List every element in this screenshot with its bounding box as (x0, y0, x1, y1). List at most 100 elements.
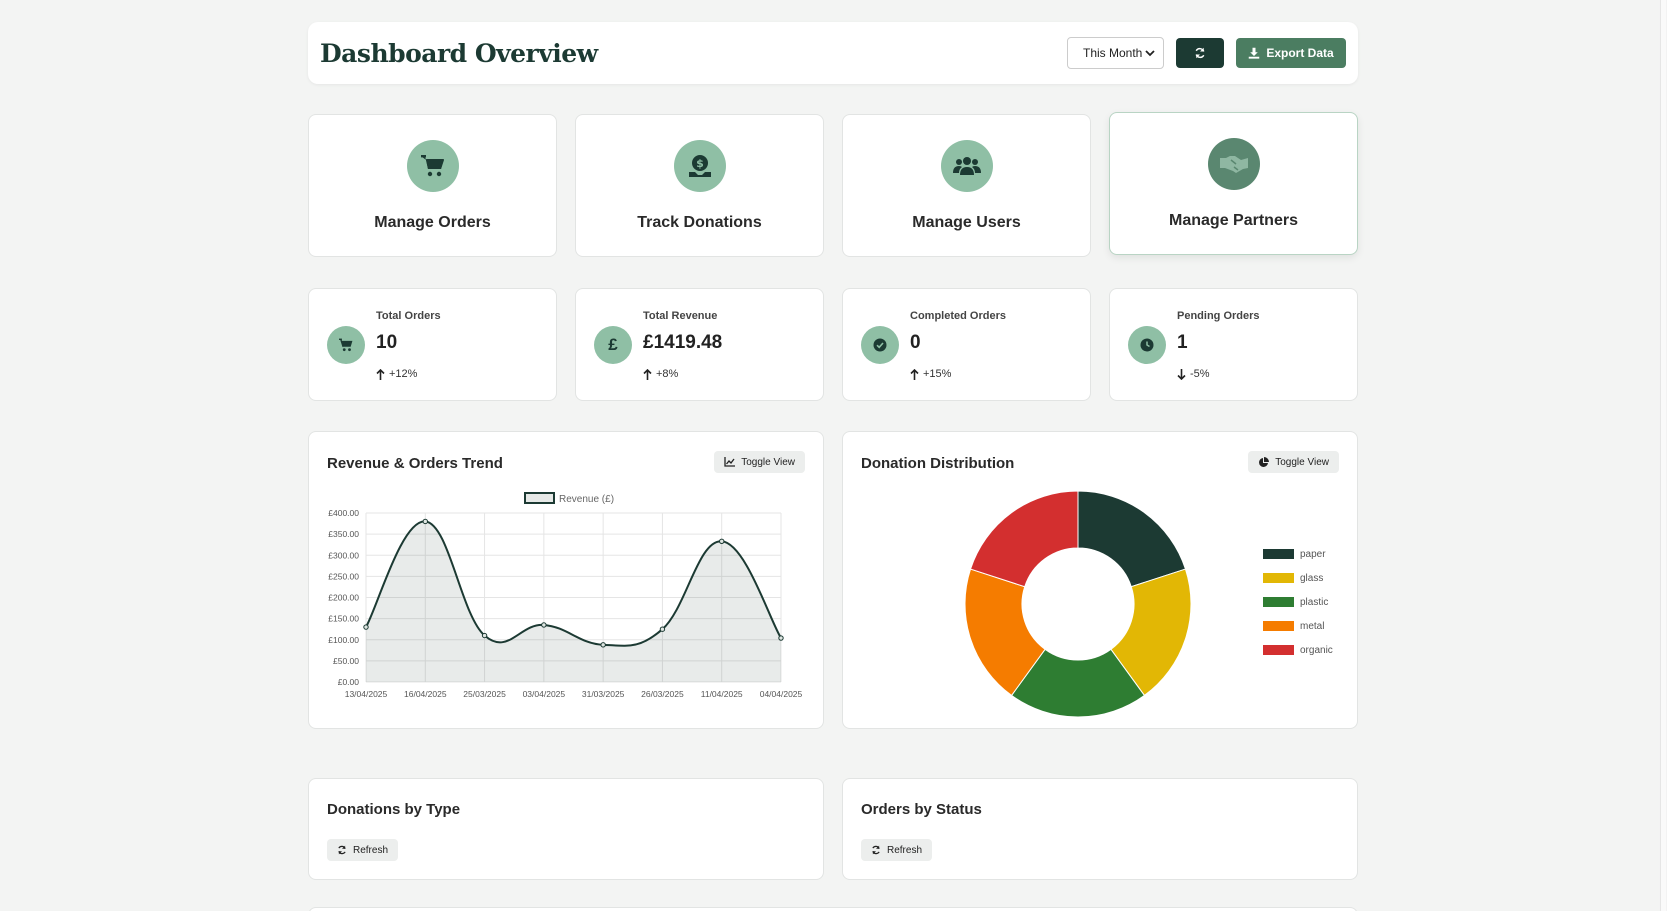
refresh-icon (338, 845, 346, 855)
stat-change: -5% (1177, 368, 1210, 380)
legend-label: Revenue (£) (559, 494, 614, 505)
x-tick-label: 16/04/2025 (404, 689, 447, 699)
donation-toggle-view-button[interactable]: Toggle View (1248, 451, 1339, 473)
donations-refresh-button[interactable]: Refresh (327, 839, 399, 861)
arrow-down-icon (1177, 368, 1186, 380)
manage-partners-card[interactable]: Manage Partners (1109, 112, 1358, 255)
cart-icon (420, 155, 444, 177)
y-tick-label: £0.00 (338, 677, 360, 687)
slice-paper (1077, 490, 1187, 588)
stat-value: 10 (376, 332, 398, 353)
bottom-row: Donations by Type Refresh Orders by Stat… (308, 778, 1358, 880)
svg-text:$: $ (696, 157, 704, 170)
legend-swatch (1263, 645, 1294, 655)
legend-swatch (1263, 621, 1294, 631)
stat-title: Total Orders (376, 310, 441, 322)
data-point (659, 626, 666, 632)
completed-orders-card: Completed Orders 0 +15% (842, 288, 1091, 401)
stat-title: Completed Orders (910, 310, 1006, 322)
refresh-label: Refresh (353, 844, 389, 856)
orders-refresh-button[interactable]: Refresh (861, 839, 933, 861)
charts-row: Revenue & Orders Trend Toggle View Reven… (308, 431, 1358, 729)
toggle-view-label: Toggle View (741, 456, 795, 468)
manage-partners-label: Manage Partners (1169, 212, 1298, 229)
arrow-up-icon (643, 368, 652, 380)
card-title: Orders by Status (861, 801, 982, 818)
manage-orders-label: Manage Orders (374, 214, 491, 231)
legend-item-glass[interactable]: glass (1263, 566, 1333, 590)
x-tick-label: 11/04/2025 (701, 689, 743, 699)
stat-value: 1 (1177, 332, 1188, 353)
toggle-view-label: Toggle View (1275, 456, 1329, 468)
users-icon (952, 157, 981, 175)
cart-icon (327, 326, 365, 364)
y-tick-label: £200.00 (328, 593, 359, 603)
legend-item-metal[interactable]: metal (1263, 614, 1333, 638)
donations-by-type-card: Donations by Type Refresh (308, 778, 824, 880)
refresh-label: Refresh (887, 844, 923, 856)
manage-users-icon-circle (940, 140, 993, 192)
stat-change-value: +12% (389, 368, 418, 380)
legend-item-organic[interactable]: organic (1263, 638, 1333, 662)
y-tick-label: £50.00 (333, 656, 359, 666)
dashboard-header: Dashboard Overview This Month Export Dat… (308, 22, 1358, 84)
x-tick-label: 13/04/2025 (345, 689, 388, 699)
stat-value: 0 (910, 332, 921, 353)
data-point (481, 632, 488, 639)
page-title: Dashboard Overview (320, 38, 598, 68)
stats-row: Total Orders 10 +12% £ Total Revenue £14… (308, 288, 1358, 401)
refresh-icon (872, 845, 880, 855)
chart-title: Donation Distribution (861, 455, 1015, 472)
x-tick-label: 03/04/2025 (523, 689, 566, 699)
slice-organic (969, 490, 1079, 588)
period-select[interactable]: This Month (1067, 37, 1164, 69)
chart-title: Revenue & Orders Trend (327, 455, 503, 472)
trend-toggle-view-button[interactable]: Toggle View (714, 451, 805, 473)
data-point (422, 518, 428, 525)
page-scrollbar[interactable] (1659, 0, 1667, 911)
pound-icon: £ (594, 326, 632, 364)
track-donations-label: Track Donations (637, 214, 762, 231)
donation-icon: $ (688, 155, 711, 177)
download-icon (1249, 47, 1260, 59)
x-tick-label: 04/04/2025 (760, 689, 803, 699)
legend-label: organic (1300, 644, 1333, 656)
donation-legend: paper glass plastic metal organic (1263, 542, 1333, 662)
legend-label: paper (1300, 548, 1326, 560)
total-orders-card: Total Orders 10 +12% (308, 288, 557, 401)
manage-partners-icon-circle (1207, 138, 1260, 190)
legend-swatch (524, 492, 555, 504)
next-section-card (308, 907, 1358, 911)
legend-label: metal (1300, 620, 1325, 632)
line-chart-icon (724, 457, 736, 467)
track-donations-card[interactable]: $ Track Donations (575, 114, 824, 257)
legend-swatch (1263, 597, 1294, 607)
y-tick-label: £250.00 (328, 571, 359, 581)
donation-doughnut-chart (964, 490, 1192, 718)
stat-change-value: +8% (656, 368, 679, 380)
quick-actions: Manage Orders $ Track Donations Manage U… (308, 112, 1358, 257)
clock-icon (1128, 326, 1166, 364)
data-point (778, 635, 784, 641)
total-revenue-card: £ Total Revenue £1419.48 +8% (575, 288, 824, 401)
stat-title: Pending Orders (1177, 310, 1260, 322)
arrow-up-icon (910, 368, 919, 380)
check-circle-icon (861, 326, 899, 364)
data-point (719, 538, 725, 545)
manage-users-card[interactable]: Manage Users (842, 114, 1091, 257)
export-data-button[interactable]: Export Data (1236, 38, 1346, 68)
refresh-button[interactable] (1176, 38, 1224, 68)
legend-item-plastic[interactable]: plastic (1263, 590, 1333, 614)
pending-orders-card: Pending Orders 1 -5% (1109, 288, 1358, 401)
scrollbar-thumb[interactable] (1660, 0, 1666, 911)
y-tick-label: £300.00 (328, 550, 359, 560)
stat-title: Total Revenue (643, 310, 718, 322)
handshake-icon (1219, 156, 1248, 173)
manage-orders-card[interactable]: Manage Orders (308, 114, 557, 257)
stat-change-value: -5% (1190, 368, 1210, 380)
legend-item-paper[interactable]: paper (1263, 542, 1333, 566)
stat-change: +15% (910, 368, 951, 380)
legend-swatch (1263, 573, 1294, 583)
y-tick-label: £350.00 (328, 529, 359, 539)
arrow-up-icon (376, 368, 385, 380)
